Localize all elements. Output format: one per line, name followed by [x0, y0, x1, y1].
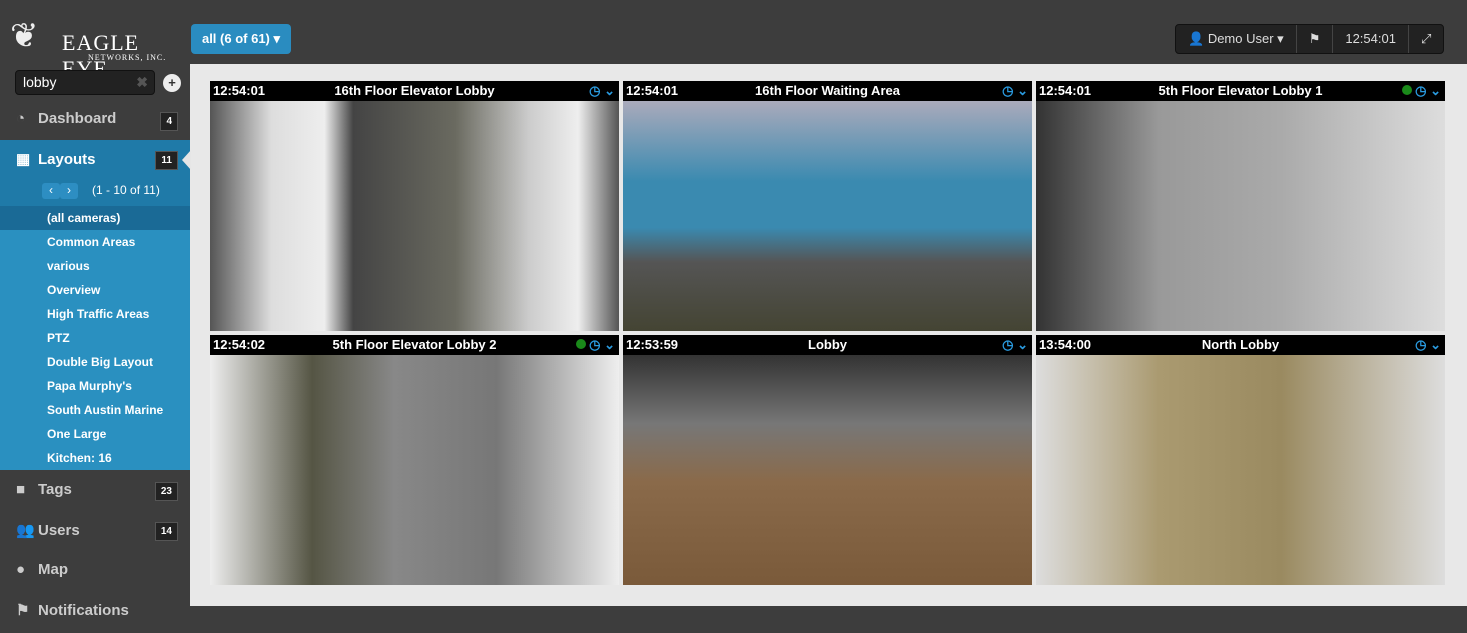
layout-item[interactable]: various	[0, 254, 190, 278]
sidebar-item-users[interactable]: 👥 Users 14	[0, 511, 190, 551]
layout-item[interactable]: Papa Murphy's	[0, 374, 190, 398]
next-page-button[interactable]: ›	[60, 183, 78, 199]
history-clock-icon[interactable]: ◷	[589, 83, 600, 98]
status-dot-icon	[576, 339, 587, 349]
sidebar-item-notifications[interactable]: ⚑ Notifications	[0, 591, 190, 631]
layout-item[interactable]: South Austin Marine	[0, 398, 190, 422]
layout-item[interactable]: PTZ	[0, 326, 190, 350]
layout-item[interactable]: (all cameras)	[0, 206, 190, 230]
camera-name: 16th Floor Waiting Area	[755, 83, 900, 98]
camera-preview[interactable]	[210, 355, 619, 585]
layout-item[interactable]: High Traffic Areas	[0, 302, 190, 326]
globe-icon: ●	[16, 561, 26, 578]
camera-preview[interactable]	[210, 101, 619, 331]
user-icon: 👤	[1188, 31, 1208, 46]
camera-tile[interactable]: 12:54:01 16th Floor Elevator Lobby ◷ ⌄	[210, 81, 619, 331]
sidebar-item-map[interactable]: ● Map	[0, 551, 190, 591]
history-clock-icon[interactable]: ◷	[589, 337, 600, 352]
camera-tile[interactable]: 12:54:01 16th Floor Waiting Area ◷ ⌄	[623, 81, 1032, 331]
camera-timestamp: 12:53:59	[626, 337, 679, 352]
history-clock-icon[interactable]: ◷	[1415, 337, 1426, 352]
camera-name: North Lobby	[1201, 337, 1280, 352]
chevron-down-icon[interactable]: ⌄	[604, 83, 615, 98]
history-clock-icon[interactable]: ◷	[1415, 83, 1426, 98]
sidebar-item-layouts[interactable]: ▦ Layouts 11	[0, 140, 190, 180]
flag-button[interactable]: ⚑	[1297, 25, 1334, 53]
camera-name: 16th Floor Elevator Lobby	[334, 83, 495, 98]
user-menu-button[interactable]: 👤 Demo User ▾	[1176, 25, 1297, 53]
chevron-down-icon[interactable]: ⌄	[1017, 337, 1028, 352]
search-input[interactable]: lobby ✖	[15, 70, 155, 95]
camera-timestamp: 12:54:01	[1039, 83, 1092, 98]
chevron-down-icon[interactable]: ⌄	[1430, 83, 1441, 98]
camera-tile[interactable]: 12:54:02 5th Floor Elevator Lobby 2 ◷ ⌄	[210, 335, 619, 585]
video-camera-icon: ■	[16, 481, 26, 498]
grid-icon: ▦	[16, 151, 31, 168]
add-button[interactable]: +	[163, 74, 181, 92]
camera-name: Lobby	[808, 337, 847, 352]
camera-name: 5th Floor Elevator Lobby 1	[1158, 83, 1323, 98]
dashboard-icon: ◔	[16, 110, 26, 127]
sidebar-item-dashboard[interactable]: ◔ Dashboard 4	[0, 100, 190, 140]
camera-timestamp: 12:54:02	[213, 337, 266, 352]
chevron-down-icon[interactable]: ⌄	[1430, 337, 1441, 352]
camera-tile[interactable]: 13:54:00 North Lobby ◷ ⌄	[1036, 335, 1445, 585]
chevron-down-icon[interactable]: ⌄	[604, 337, 615, 352]
clock: 12:54:01	[1333, 25, 1409, 53]
layout-item[interactable]: Common Areas	[0, 230, 190, 254]
top-toolbar: 👤 Demo User ▾ ⚑ 12:54:01 ⤢	[1175, 24, 1445, 54]
eagle-icon: ❦	[10, 17, 39, 55]
layout-item[interactable]: Overview	[0, 278, 190, 302]
camera-timestamp: 12:54:01	[213, 83, 266, 98]
active-pointer	[182, 150, 191, 170]
expand-icon: ⤢	[1420, 31, 1432, 46]
clear-icon[interactable]: ✖	[136, 74, 148, 91]
camera-tile[interactable]: 12:54:01 5th Floor Elevator Lobby 1 ◷ ⌄	[1036, 81, 1445, 331]
flag-icon: ⚑	[16, 602, 30, 619]
layout-item[interactable]: Double Big Layout	[0, 350, 190, 374]
camera-name: 5th Floor Elevator Lobby 2	[332, 337, 497, 352]
fullscreen-button[interactable]: ⤢	[1409, 25, 1443, 53]
layouts-section: ▦ Layouts 11 ‹ › (1 - 10 of 11) (all cameras…	[0, 140, 190, 470]
camera-preview[interactable]	[1036, 355, 1445, 585]
chevron-down-icon[interactable]: ⌄	[1017, 83, 1028, 98]
eagle-eye-logo[interactable]: ❦ EAGLE EYE NETWORKS, INC.	[10, 8, 180, 81]
camera-filter-dropdown[interactable]: all (6 of 61) ▾	[191, 24, 291, 54]
layout-item[interactable]: Kitchen: 16	[0, 446, 190, 470]
camera-tile[interactable]: 12:53:59 Lobby ◷ ⌄	[623, 335, 1032, 585]
prev-page-button[interactable]: ‹	[42, 183, 60, 199]
users-icon: 👥	[16, 522, 35, 539]
camera-preview[interactable]	[623, 101, 1032, 331]
camera-timestamp: 12:54:01	[626, 83, 679, 98]
layout-item[interactable]: One Large	[0, 422, 190, 446]
history-clock-icon[interactable]: ◷	[1002, 337, 1013, 352]
history-clock-icon[interactable]: ◷	[1002, 83, 1013, 98]
camera-timestamp: 13:54:00	[1039, 337, 1092, 352]
sidebar-item-tags[interactable]: ■ Tags 23	[0, 471, 190, 511]
camera-preview[interactable]	[1036, 101, 1445, 331]
status-dot-icon	[1402, 85, 1413, 95]
flag-icon: ⚑	[1308, 31, 1321, 46]
camera-preview[interactable]	[623, 355, 1032, 585]
